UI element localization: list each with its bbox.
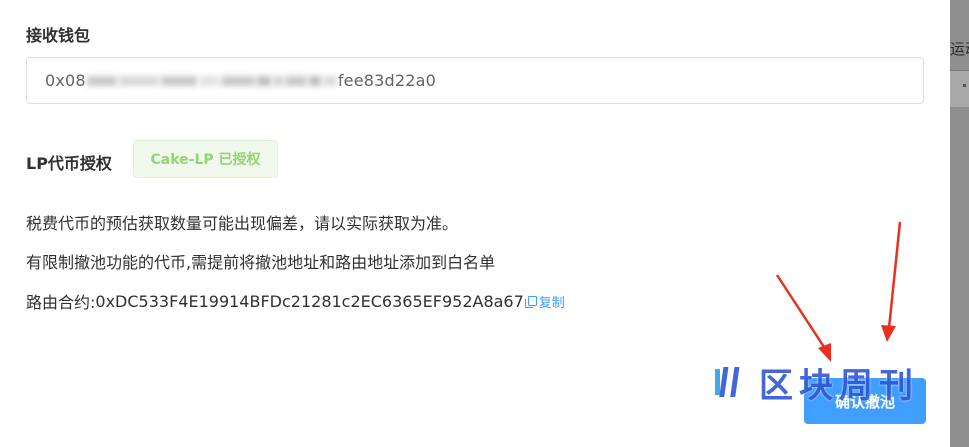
annotation-arrow-right-head [881, 325, 896, 342]
annotation-arrow-right-shaft [887, 221, 902, 329]
background-page [950, 0, 969, 447]
background-partial-text: 运动 [950, 40, 969, 58]
background-row [950, 70, 969, 107]
background-dot [963, 84, 966, 87]
annotation-arrows [775, 221, 902, 362]
annotation-arrow-left-head [818, 343, 831, 362]
annotation-arrow-left-shaft [775, 274, 828, 351]
remove-liquidity-dialog: 接收钱包 0x08 fee83d22a0 LP代币授权 Cake-LP 已授权 … [0, 0, 950, 447]
